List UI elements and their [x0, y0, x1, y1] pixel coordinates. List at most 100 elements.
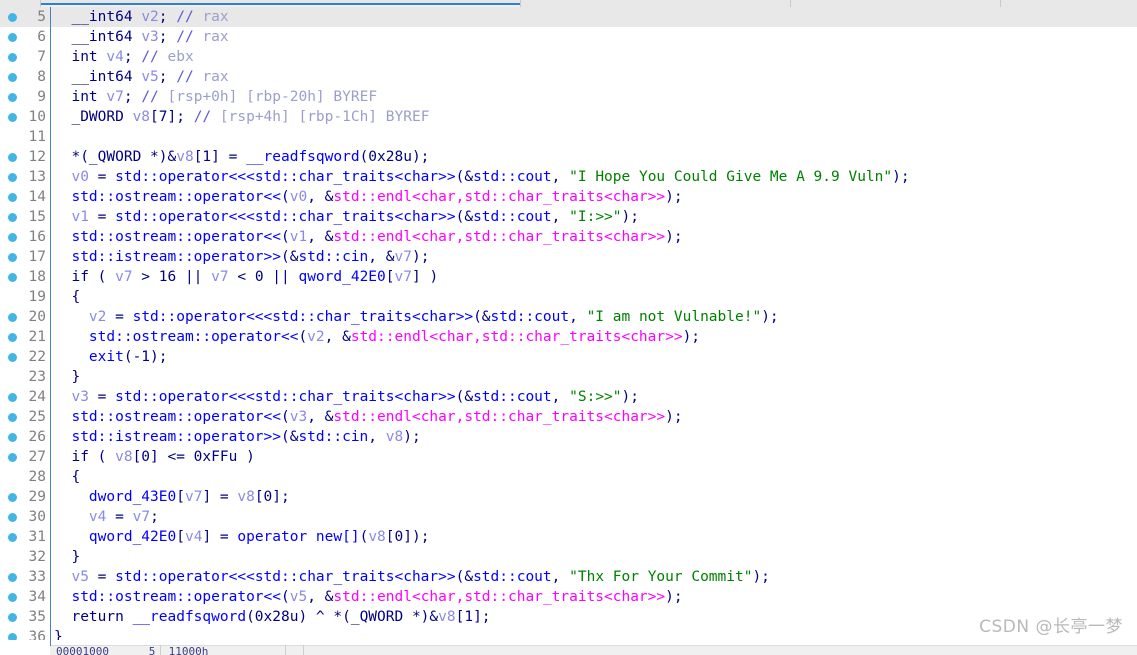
- code-text[interactable]: if ( v7 > 16 || v7 < 0 || qword_42E0[v7]…: [54, 267, 438, 287]
- code-text[interactable]: std::istream::operator>>(&std::cin, &v7)…: [54, 247, 429, 267]
- code-text[interactable]: qword_42E0[v4] = operator new[](v8[0]);: [54, 527, 430, 547]
- code-text[interactable]: v2 = std::operator<<<std::char_traits<ch…: [54, 307, 779, 327]
- code-line[interactable]: 13 v0 = std::operator<<<std::char_traits…: [0, 167, 1137, 187]
- token-kw: [54, 209, 71, 225]
- code-line[interactable]: 23 }: [0, 367, 1137, 387]
- token-kw: (: [280, 409, 290, 425]
- code-line[interactable]: 34 std::ostream::operator<<(v5, &std::en…: [0, 587, 1137, 607]
- code-text[interactable]: v5 = std::operator<<<std::char_traits<ch…: [54, 567, 769, 587]
- code-text[interactable]: v1 = std::operator<<<std::char_traits<ch…: [54, 207, 639, 227]
- code-text[interactable]: std::ostream::operator<<(v0, &std::endl<…: [54, 187, 682, 207]
- code-line[interactable]: 24 v3 = std::operator<<<std::char_traits…: [0, 387, 1137, 407]
- code-line[interactable]: 17 std::istream::operator>>(&std::cin, &…: [0, 247, 1137, 267]
- line-number: 7: [37, 49, 46, 65]
- code-text[interactable]: if ( v8[0] <= 0xFFu ): [54, 447, 254, 467]
- code-line[interactable]: 26 std::istream::operator>>(&std::cin, v…: [0, 427, 1137, 447]
- code-text[interactable]: __int64 v3; // rax: [54, 27, 228, 47]
- code-line[interactable]: 14 std::ostream::operator<<(v0, &std::en…: [0, 187, 1137, 207]
- code-line[interactable]: 5 __int64 v2; // rax: [0, 7, 1137, 27]
- code-editor[interactable]: 5 __int64 v2; // rax 6 __int64 v3; // rax…: [0, 7, 1137, 640]
- code-line[interactable]: 10 _DWORD v8[7]; // [rsp+4h] [rbp-1Ch] B…: [0, 107, 1137, 127]
- code-text[interactable]: std::istream::operator>>(&std::cin, v8);: [54, 427, 420, 447]
- code-line[interactable]: 7 int v4; // ebx: [0, 47, 1137, 67]
- token-var: v0: [289, 189, 308, 205]
- line-number: 11: [28, 129, 46, 145]
- code-line[interactable]: 18 if ( v7 > 16 || v7 < 0 || qword_42E0[…: [0, 267, 1137, 287]
- code-line[interactable]: 32 }: [0, 547, 1137, 567]
- code-text[interactable]: {: [54, 467, 80, 487]
- code-text[interactable]: std::ostream::operator<<(v2, &std::endl<…: [54, 327, 700, 347]
- token-kw: {: [54, 289, 81, 305]
- code-line[interactable]: 28 {: [0, 467, 1137, 487]
- code-line[interactable]: 16 std::ostream::operator<<(v1, &std::en…: [0, 227, 1137, 247]
- code-text[interactable]: v4 = v7;: [54, 507, 159, 527]
- code-line[interactable]: 35 return __readfsqword(0x28u) ^ *(_QWOR…: [0, 607, 1137, 627]
- code-text[interactable]: _DWORD v8[7]; // [rsp+4h] [rbp-1Ch] BYRE…: [54, 107, 429, 127]
- code-text[interactable]: exit(-1);: [54, 347, 168, 367]
- token-kw: (&: [473, 309, 491, 325]
- token-var: v7: [394, 249, 412, 265]
- code-line[interactable]: 21 std::ostream::operator<<(v2, &std::en…: [0, 327, 1137, 347]
- code-line[interactable]: 15 v1 = std::operator<<<std::char_traits…: [0, 207, 1137, 227]
- token-mag: std::endl<char,std::char_traits<char>>: [333, 189, 666, 205]
- code-text[interactable]: std::ostream::operator<<(v1, &std::endl<…: [54, 227, 682, 247]
- code-line[interactable]: 19 {: [0, 287, 1137, 307]
- pseudocode-window: 5 __int64 v2; // rax 6 __int64 v3; // rax…: [0, 0, 1137, 655]
- token-var: v2: [88, 309, 107, 325]
- code-line[interactable]: 11: [0, 127, 1137, 147]
- code-line[interactable]: 8 __int64 v5; // rax: [0, 67, 1137, 87]
- code-text[interactable]: std::ostream::operator<<(v3, &std::endl<…: [54, 407, 682, 427]
- code-line[interactable]: 30 v4 = v7;: [0, 507, 1137, 527]
- code-text[interactable]: v3 = std::operator<<<std::char_traits<ch…: [54, 387, 639, 407]
- token-kw: [54, 429, 71, 445]
- token-kw: [: [176, 489, 185, 505]
- code-line[interactable]: 36}: [0, 627, 1137, 640]
- code-lines-container[interactable]: 5 __int64 v2; // rax 6 __int64 v3; // rax…: [0, 7, 1137, 640]
- token-var: v5: [71, 569, 89, 585]
- token-kw: [54, 529, 89, 545]
- status-bar: 00001000 5 11000h: [0, 640, 1137, 655]
- code-text[interactable]: *(_QWORD *)&v8[1] = __readfsqword(0x28u)…: [54, 147, 429, 167]
- code-text[interactable]: std::ostream::operator<<(v5, &std::endl<…: [54, 587, 682, 607]
- code-text[interactable]: return __readfsqword(0x28u) ^ *(_QWORD *…: [54, 607, 490, 627]
- code-line[interactable]: 31 qword_42E0[v4] = operator new[](v8[0]…: [0, 527, 1137, 547]
- token-var: v2: [141, 9, 159, 25]
- code-line[interactable]: 33 v5 = std::operator<<<std::char_traits…: [0, 567, 1137, 587]
- line-number: 17: [28, 249, 46, 265]
- code-text[interactable]: dword_43E0[v7] = v8[0];: [54, 487, 290, 507]
- token-kw: [54, 249, 71, 265]
- token-str: "I Hope You Could Give Me A 9.9 Vuln": [569, 169, 893, 185]
- token-fn: operator new[]: [237, 529, 360, 545]
- token-fn: std::ostream::operator<<: [71, 409, 281, 425]
- code-line[interactable]: 20 v2 = std::operator<<<std::char_traits…: [0, 307, 1137, 327]
- token-var: v3: [141, 29, 159, 45]
- code-text[interactable]: }: [54, 367, 80, 387]
- token-fn: std::cout: [473, 389, 552, 405]
- token-kw: [54, 349, 89, 365]
- token-kw: ;: [123, 49, 142, 65]
- token-kw: __int64: [54, 69, 142, 85]
- code-line[interactable]: 27 if ( v8[0] <= 0xFFu ): [0, 447, 1137, 467]
- token-kw: );: [411, 249, 430, 265]
- code-text[interactable]: }: [54, 627, 63, 640]
- code-text[interactable]: v0 = std::operator<<<std::char_traits<ch…: [54, 167, 909, 187]
- code-text[interactable]: __int64 v5; // rax: [54, 67, 228, 87]
- code-text[interactable]: int v7; // [rsp+0h] [rbp-20h] BYREF: [54, 87, 377, 107]
- code-line[interactable]: 9 int v7; // [rsp+0h] [rbp-20h] BYREF: [0, 87, 1137, 107]
- code-line[interactable]: 22 exit(-1);: [0, 347, 1137, 367]
- code-text[interactable]: int v4; // ebx: [54, 47, 193, 67]
- code-text[interactable]: }: [54, 547, 80, 567]
- token-kw: , &: [307, 189, 334, 205]
- token-kw: int: [54, 49, 107, 65]
- token-kw: ,: [551, 389, 570, 405]
- code-line[interactable]: 25 std::ostream::operator<<(v3, &std::en…: [0, 407, 1137, 427]
- line-number: 36: [28, 629, 46, 640]
- code-line[interactable]: 6 __int64 v3; // rax: [0, 27, 1137, 47]
- code-text[interactable]: __int64 v2; // rax: [54, 7, 228, 27]
- code-text[interactable]: {: [54, 287, 80, 307]
- code-line[interactable]: 29 dword_43E0[v7] = v8[0];: [0, 487, 1137, 507]
- token-kw: [54, 309, 89, 325]
- code-line[interactable]: 12 *(_QWORD *)&v8[1] = __readfsqword(0x2…: [0, 147, 1137, 167]
- token-fn: std::cout: [490, 309, 570, 325]
- token-kw: (-1);: [123, 349, 168, 365]
